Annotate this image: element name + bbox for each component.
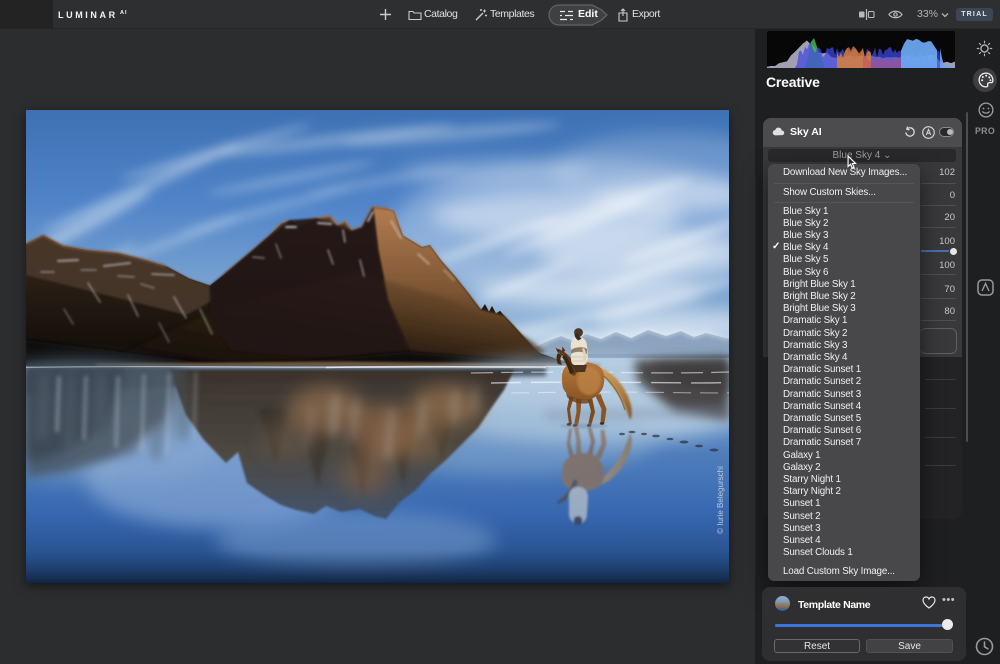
svg-text:© Iurie Belegurschi: © Iurie Belegurschi [716, 466, 725, 534]
